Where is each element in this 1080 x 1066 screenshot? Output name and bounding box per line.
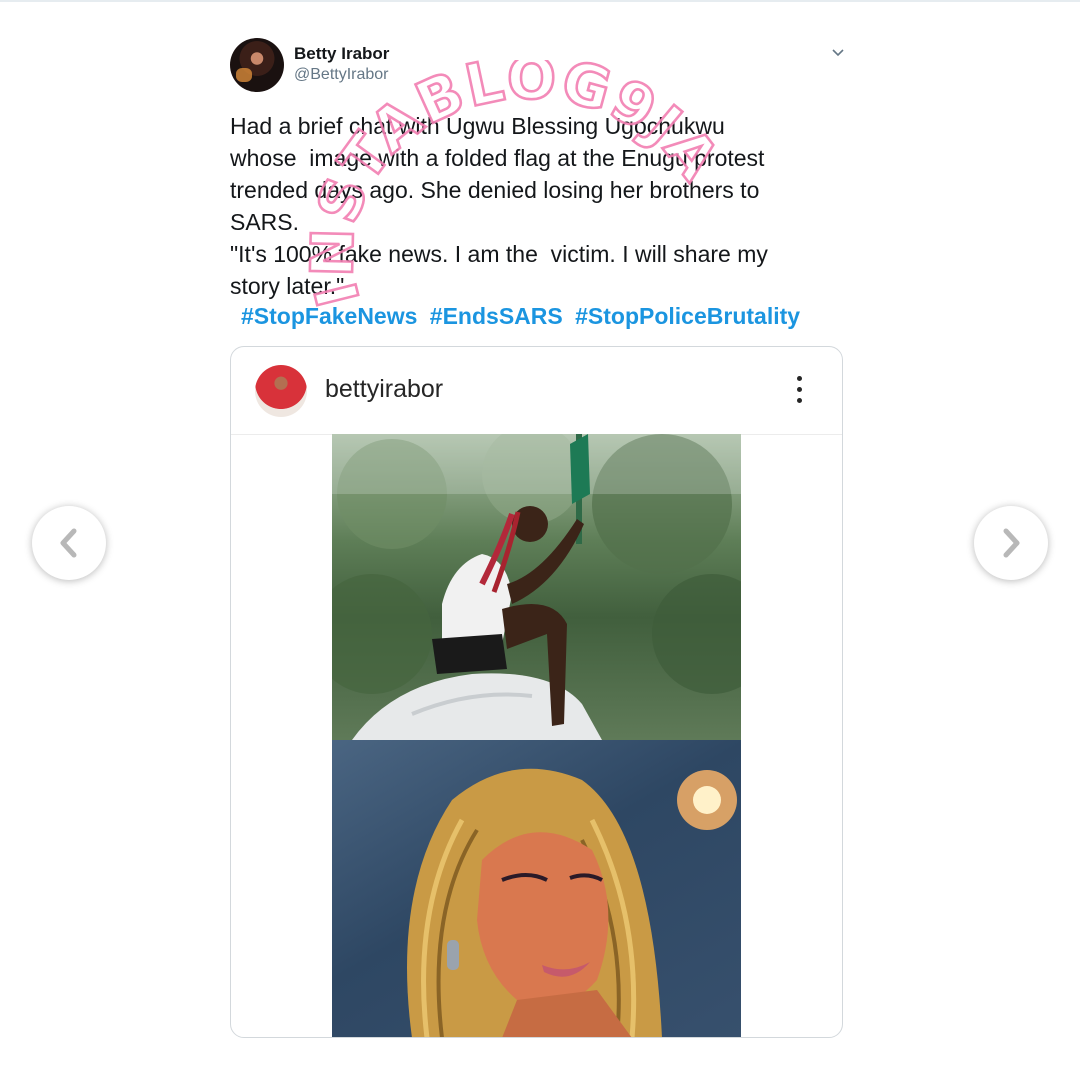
author-display-name[interactable]: Betty Irabor: [294, 44, 389, 64]
post-photo-top: [332, 434, 741, 740]
author-handle[interactable]: @BettyIrabor: [294, 66, 389, 84]
post-photo-bottom: [332, 740, 741, 1037]
tweet-text-line: whose image with a folded flag at the En…: [230, 145, 765, 171]
more-vertical-icon[interactable]: [791, 373, 807, 409]
top-divider: [0, 0, 1080, 2]
tweet-text-line: "It's 100% fake news. I am the victim. I…: [230, 241, 768, 267]
chevron-right-icon: [1003, 528, 1020, 558]
tweet-header: Betty Irabor @BettyIrabor: [230, 38, 846, 94]
chevron-down-icon[interactable]: [830, 44, 846, 60]
tweet-text-line: trended days ago. She denied losing her …: [230, 177, 760, 203]
embedded-post-card[interactable]: bettyirabor: [230, 346, 843, 1038]
tweet-text-line: Had a brief chat with Ugwu Blessing Ugoc…: [230, 113, 725, 139]
hashtag-link[interactable]: #EndsSARS: [430, 303, 563, 329]
embedded-username[interactable]: bettyirabor: [325, 375, 443, 404]
hashtags: #StopFakeNews #EndsSARS #StopPoliceBruta…: [241, 303, 806, 330]
tweet-text: Had a brief chat with Ugwu Blessing Ugoc…: [230, 110, 830, 302]
hashtag-link[interactable]: #StopPoliceBrutality: [575, 303, 800, 329]
chevron-left-icon: [60, 528, 77, 558]
embedded-post-header: bettyirabor: [231, 347, 842, 435]
embedded-avatar[interactable]: [255, 365, 307, 417]
hashtag-link[interactable]: #StopFakeNews: [241, 303, 417, 329]
tweet-text-line: story later.": [230, 273, 345, 299]
tweet-text-line: SARS.: [230, 209, 300, 235]
author-avatar[interactable]: [230, 38, 284, 92]
previous-button[interactable]: [32, 506, 106, 580]
next-button[interactable]: [974, 506, 1048, 580]
